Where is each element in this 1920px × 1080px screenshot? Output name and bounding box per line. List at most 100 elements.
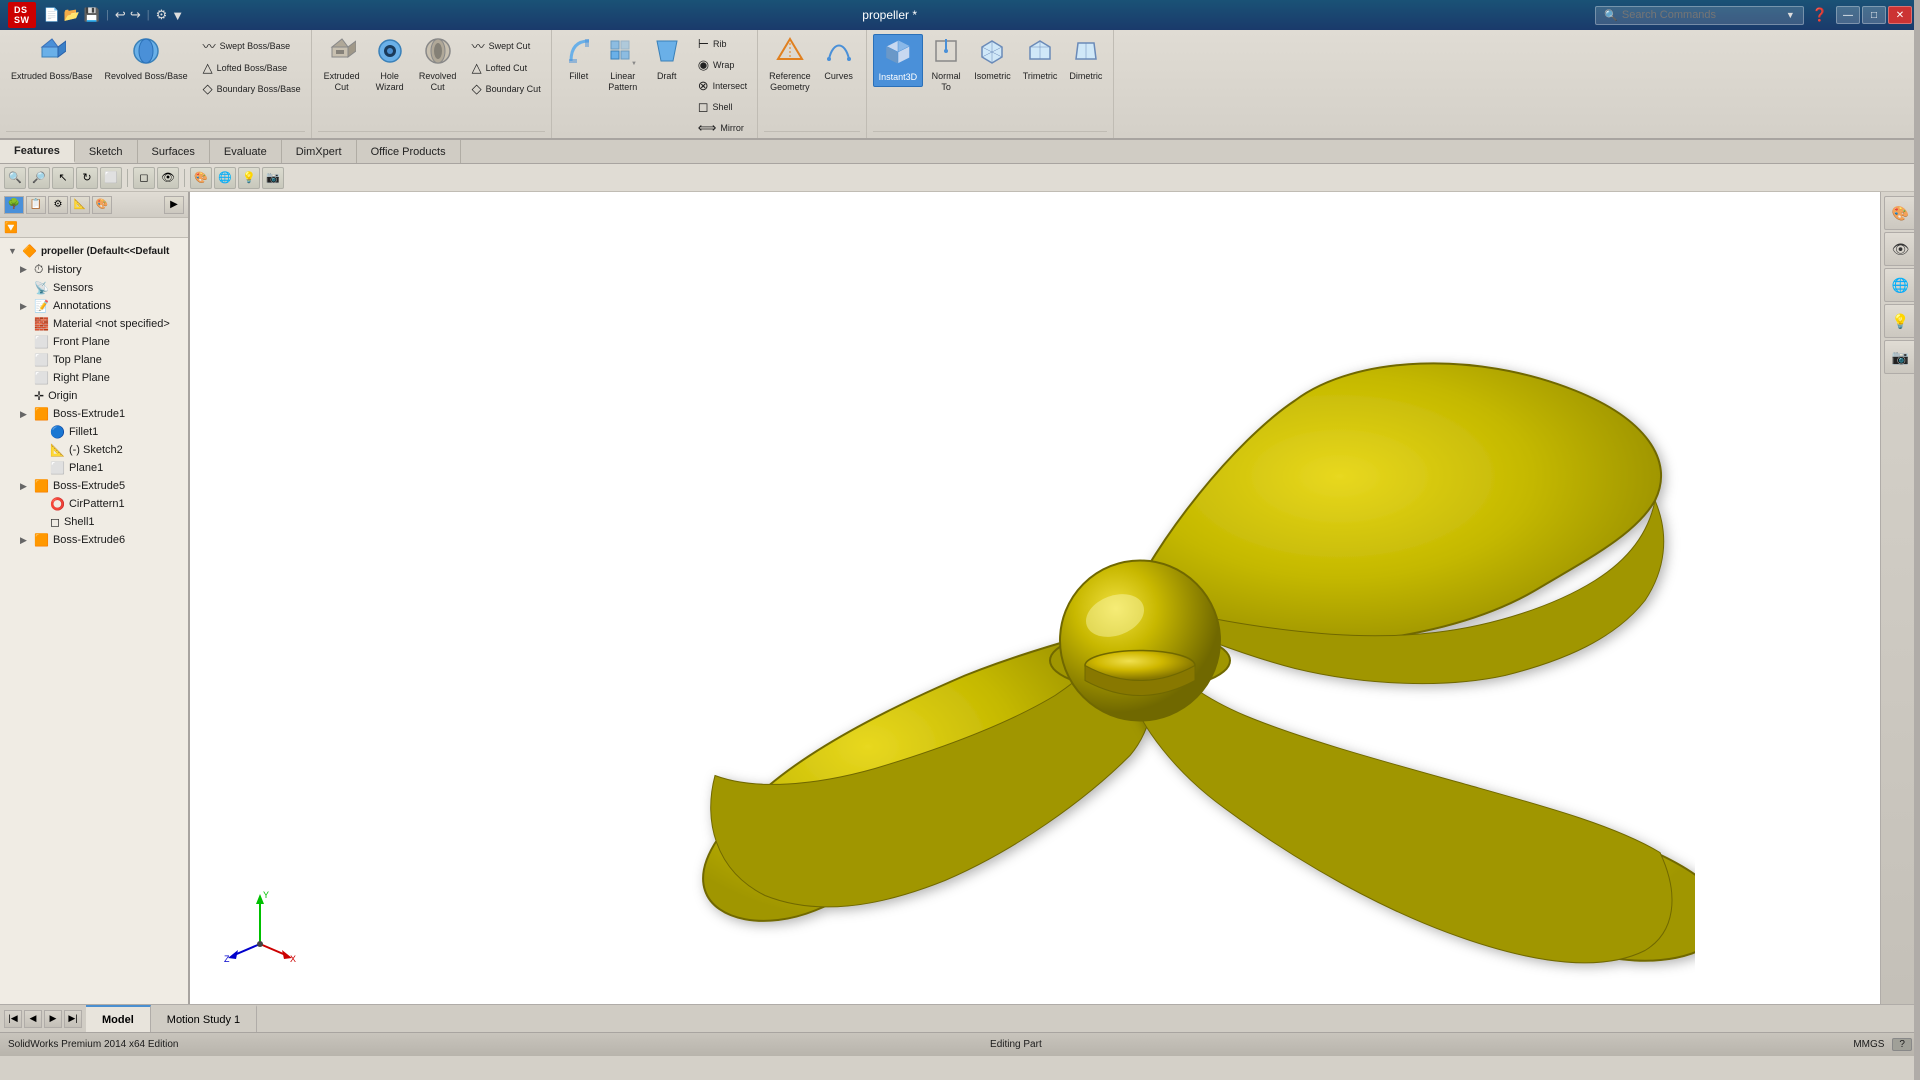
tree-boss-extrude5[interactable]: ▶ 🟧 Boss-Extrude5 — [0, 477, 188, 495]
motion-study-tab[interactable]: Motion Study 1 — [151, 1005, 257, 1032]
tab-evaluate[interactable]: Evaluate — [210, 140, 282, 163]
hide-show-icon[interactable]: 👁 — [157, 167, 179, 189]
intersect-button[interactable]: ⊗ Intersect — [694, 76, 751, 96]
dimetric-button[interactable]: Dimetric — [1064, 34, 1107, 85]
swept-boss-button[interactable]: 〰 Swept Boss/Base — [199, 34, 305, 57]
extruded-boss-button[interactable]: Extruded Boss/Base — [6, 34, 98, 85]
appearance-icon[interactable]: 🎨 — [190, 167, 212, 189]
last-tab-btn[interactable]: ▶| — [64, 1010, 82, 1028]
lights-panel-btn[interactable]: 💡 — [1884, 304, 1918, 338]
tree-top-plane[interactable]: ⬜ Top Plane — [0, 351, 188, 369]
curves-button[interactable]: Curves — [818, 34, 860, 85]
tab-office-products[interactable]: Office Products — [357, 140, 461, 163]
tree-cirpattern1[interactable]: ⭕ CirPattern1 — [0, 495, 188, 513]
model-tab[interactable]: Model — [86, 1005, 151, 1032]
tab-features[interactable]: Features — [0, 140, 75, 163]
shell-button[interactable]: ◻ Shell — [694, 97, 751, 117]
tree-front-plane[interactable]: ⬜ Front Plane — [0, 333, 188, 351]
display-style-icon[interactable]: ◻ — [133, 167, 155, 189]
tree-plane1[interactable]: ⬜ Plane1 — [0, 459, 188, 477]
viewport[interactable]: Y X Z — [190, 192, 1880, 1004]
extruded-cut-button[interactable]: ExtrudedCut — [318, 34, 366, 96]
zoom-in-icon[interactable]: 🔎 — [28, 167, 50, 189]
new-icon[interactable]: 📄 — [44, 7, 60, 23]
tab-sketch[interactable]: Sketch — [75, 140, 138, 163]
tree-material[interactable]: 🧱 Material <not specified> — [0, 315, 188, 333]
wrap-button[interactable]: ◉ Wrap — [694, 55, 751, 75]
boss-extrude5-expand: ▶ — [20, 481, 32, 492]
tree-fillet1[interactable]: 🔵 Fillet1 — [0, 423, 188, 441]
tree-root[interactable]: ▼ 🔶 propeller (Default<<Default — [0, 242, 188, 260]
curves-icon — [825, 37, 853, 69]
save-icon[interactable]: 💾 — [84, 7, 100, 23]
tree-shell1[interactable]: ◻ Shell1 — [0, 513, 188, 531]
scene-panel-btn[interactable]: 🌐 — [1884, 268, 1918, 302]
hole-wizard-button[interactable]: HoleWizard — [368, 34, 412, 96]
configuration-tab[interactable]: ⚙ — [48, 196, 68, 214]
feature-tree-tab[interactable]: 🌳 — [4, 196, 24, 214]
appearance-panel-btn[interactable]: 🎨 — [1884, 196, 1918, 230]
boundary-cut-icon: ◇ — [472, 81, 482, 97]
isometric-button[interactable]: Isometric — [969, 34, 1016, 85]
normal-to-button[interactable]: NormalTo — [925, 34, 967, 96]
reference-geometry-button[interactable]: ReferenceGeometry — [764, 34, 816, 96]
tree-right-plane[interactable]: ⬜ Right Plane — [0, 369, 188, 387]
search-input[interactable] — [1622, 9, 1782, 21]
boundary-boss-button[interactable]: ◇ Boundary Boss/Base — [199, 79, 305, 99]
minimize-button[interactable]: — — [1836, 6, 1860, 24]
prev-tab-btn[interactable]: ◀ — [24, 1010, 42, 1028]
first-tab-btn[interactable]: |◀ — [4, 1010, 22, 1028]
rebuild-icon[interactable]: ⚙ — [156, 7, 168, 23]
options-icon[interactable]: ▼ — [171, 8, 184, 23]
tree-annotations[interactable]: ▶ 📝 Annotations — [0, 297, 188, 315]
zoom-to-fit-icon[interactable]: 🔍 — [4, 167, 26, 189]
tab-dimxpert[interactable]: DimXpert — [282, 140, 357, 163]
help-icon[interactable]: ❓ — [1812, 7, 1828, 23]
display-manager-tab[interactable]: 🎨 — [92, 196, 112, 214]
tree-boss-extrude6[interactable]: ▶ 🟧 Boss-Extrude6 — [0, 531, 188, 549]
tree-sensors[interactable]: 📡 Sensors — [0, 279, 188, 297]
open-icon[interactable]: 📂 — [64, 7, 80, 23]
cameras-panel-btn[interactable]: 📷 — [1884, 340, 1918, 374]
tree-sketch2[interactable]: 📐 (-) Sketch2 — [0, 441, 188, 459]
revolved-cut-button[interactable]: RevolvedCut — [414, 34, 462, 96]
rib-button[interactable]: ⊢ Rib — [694, 34, 751, 54]
search-dropdown-icon[interactable]: ▼ — [1786, 10, 1795, 20]
tree-origin[interactable]: ✛ Origin — [0, 387, 188, 405]
scene-icon[interactable]: 🌐 — [214, 167, 236, 189]
linear-pattern-button[interactable]: ▼ LinearPattern — [602, 34, 644, 96]
lofted-boss-button[interactable]: △ Lofted Boss/Base — [199, 58, 305, 78]
fillet-icon — [567, 37, 591, 69]
tree-history[interactable]: ▶ ⏱ History — [0, 260, 188, 279]
next-tab-btn[interactable]: ▶ — [44, 1010, 62, 1028]
dimxpert-tab[interactable]: 📐 — [70, 196, 90, 214]
property-manager-tab[interactable]: 📋 — [26, 196, 46, 214]
mirror-button[interactable]: ⟺ Mirror — [694, 118, 751, 138]
linear-pattern-icon: ▼ — [609, 37, 637, 69]
undo-icon[interactable]: ↩ — [115, 7, 126, 23]
boundary-cut-button[interactable]: ◇ Boundary Cut — [468, 79, 545, 99]
redo-icon[interactable]: ↪ — [130, 7, 141, 23]
title-bar: DSSW 📄 📂 💾 | ↩ ↪ | ⚙ ▼ propeller * 🔍 ▼ ❓… — [0, 0, 1920, 30]
help-button[interactable]: ? — [1892, 1038, 1912, 1051]
features-group: Fillet ▼ LinearPattern — [552, 30, 758, 138]
instant3d-button[interactable]: Instant3D — [873, 34, 924, 87]
revolved-boss-button[interactable]: Revolved Boss/Base — [100, 34, 193, 85]
close-button[interactable]: ✕ — [1888, 6, 1912, 24]
section-view-icon[interactable]: ⬜ — [100, 167, 122, 189]
photo-view-icon[interactable]: 📷 — [262, 167, 284, 189]
tab-surfaces[interactable]: Surfaces — [138, 140, 210, 163]
swept-cut-button[interactable]: 〰 Swept Cut — [468, 34, 545, 57]
select-icon[interactable]: ↖ — [52, 167, 74, 189]
trimetric-button[interactable]: Trimetric — [1018, 34, 1063, 85]
panel-expand-icon[interactable]: ▶ — [164, 196, 184, 214]
rotate-view-icon[interactable]: ↻ — [76, 167, 98, 189]
tree-boss-extrude1[interactable]: ▶ 🟧 Boss-Extrude1 — [0, 405, 188, 423]
boundary-boss-icon: ◇ — [203, 81, 213, 97]
draft-button[interactable]: Draft — [646, 34, 688, 85]
maximize-button[interactable]: □ — [1862, 6, 1886, 24]
display-state-panel-btn[interactable]: 👁 — [1884, 232, 1918, 266]
fillet-button[interactable]: Fillet — [558, 34, 600, 85]
realview-icon[interactable]: 💡 — [238, 167, 260, 189]
lofted-cut-button[interactable]: △ Lofted Cut — [468, 58, 545, 78]
